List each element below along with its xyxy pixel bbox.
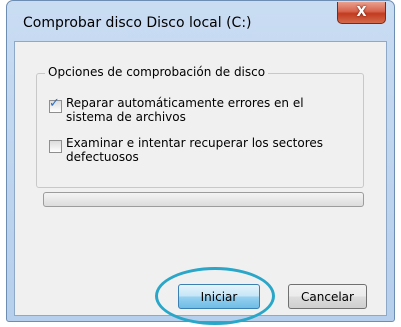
dialog-title: Comprobar disco Disco local (C:) — [23, 15, 252, 31]
title-bar[interactable]: Comprobar disco Disco local (C:) X — [7, 1, 394, 41]
close-icon: X — [356, 5, 367, 20]
option-bad-sectors-row[interactable]: Examinar e intentar recuperar los sector… — [49, 136, 336, 164]
options-group-label: Opciones de comprobación de disco — [45, 65, 269, 79]
start-button[interactable]: Iniciar — [178, 284, 260, 309]
dialog-body: Opciones de comprobación de disco ✓ Repa… — [14, 41, 387, 325]
check-disk-dialog: Comprobar disco Disco local (C:) X Opcio… — [6, 0, 395, 325]
cancel-button[interactable]: Cancelar — [288, 284, 367, 309]
option-auto-fix-row[interactable]: ✓ Reparar automáticamente errores en el … — [49, 96, 336, 124]
auto-fix-label[interactable]: Reparar automáticamente errores en el si… — [66, 96, 336, 124]
bad-sectors-label[interactable]: Examinar e intentar recuperar los sector… — [66, 136, 336, 164]
disk-check-options-group: Opciones de comprobación de disco ✓ Repa… — [36, 65, 364, 188]
progress-bar — [43, 192, 364, 207]
bad-sectors-checkbox[interactable] — [49, 140, 62, 153]
auto-fix-checkbox[interactable]: ✓ — [49, 96, 62, 113]
checkmark-icon: ✓ — [49, 96, 60, 111]
close-button[interactable]: X — [337, 2, 386, 24]
